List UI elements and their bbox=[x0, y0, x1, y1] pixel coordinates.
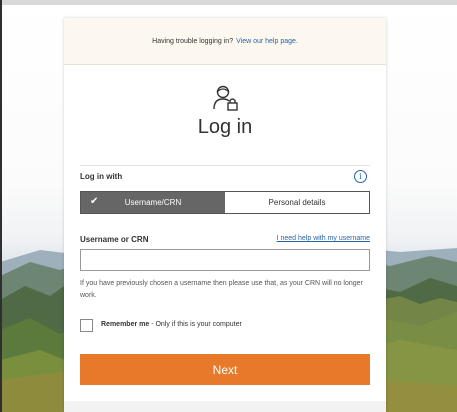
remember-me-checkbox[interactable] bbox=[80, 319, 93, 332]
login-method-toggle: ✔ Username/CRN Personal details bbox=[80, 191, 370, 214]
page-title: Log in bbox=[197, 116, 253, 138]
check-icon: ✔ bbox=[90, 196, 99, 207]
card-footer bbox=[64, 401, 386, 412]
divider bbox=[80, 165, 370, 166]
username-hint: If you have previously chosen a username… bbox=[80, 280, 363, 299]
next-button[interactable]: Next bbox=[80, 354, 370, 385]
login-with-label: Log in with bbox=[80, 172, 123, 181]
option-personal-details-label: Personal details bbox=[268, 198, 326, 207]
option-personal-details[interactable]: Personal details bbox=[225, 192, 369, 213]
remember-me-bold: Remember me bbox=[101, 321, 150, 328]
left-edge bbox=[0, 0, 2, 412]
top-edge bbox=[0, 0, 457, 5]
option-username-crn-label: Username/CRN bbox=[124, 198, 182, 207]
option-username-crn[interactable]: ✔ Username/CRN bbox=[81, 192, 225, 213]
username-help-link[interactable]: I need help with my username bbox=[277, 235, 370, 242]
help-notice-banner: Having trouble logging in? View our help… bbox=[64, 18, 386, 65]
help-notice-text: Having trouble logging in? bbox=[152, 37, 234, 45]
username-label: Username or CRN bbox=[80, 235, 149, 244]
user-lock-icon bbox=[213, 85, 238, 111]
remember-me-rest: - Only if this is your computer bbox=[149, 321, 242, 328]
help-page-link[interactable]: View our help page. bbox=[236, 38, 298, 45]
username-input[interactable] bbox=[80, 249, 370, 271]
login-card: Having trouble logging in? View our help… bbox=[64, 18, 386, 412]
info-icon[interactable]: i bbox=[354, 170, 367, 183]
remember-me-label: Remember me - Only if this is your compu… bbox=[101, 321, 242, 328]
